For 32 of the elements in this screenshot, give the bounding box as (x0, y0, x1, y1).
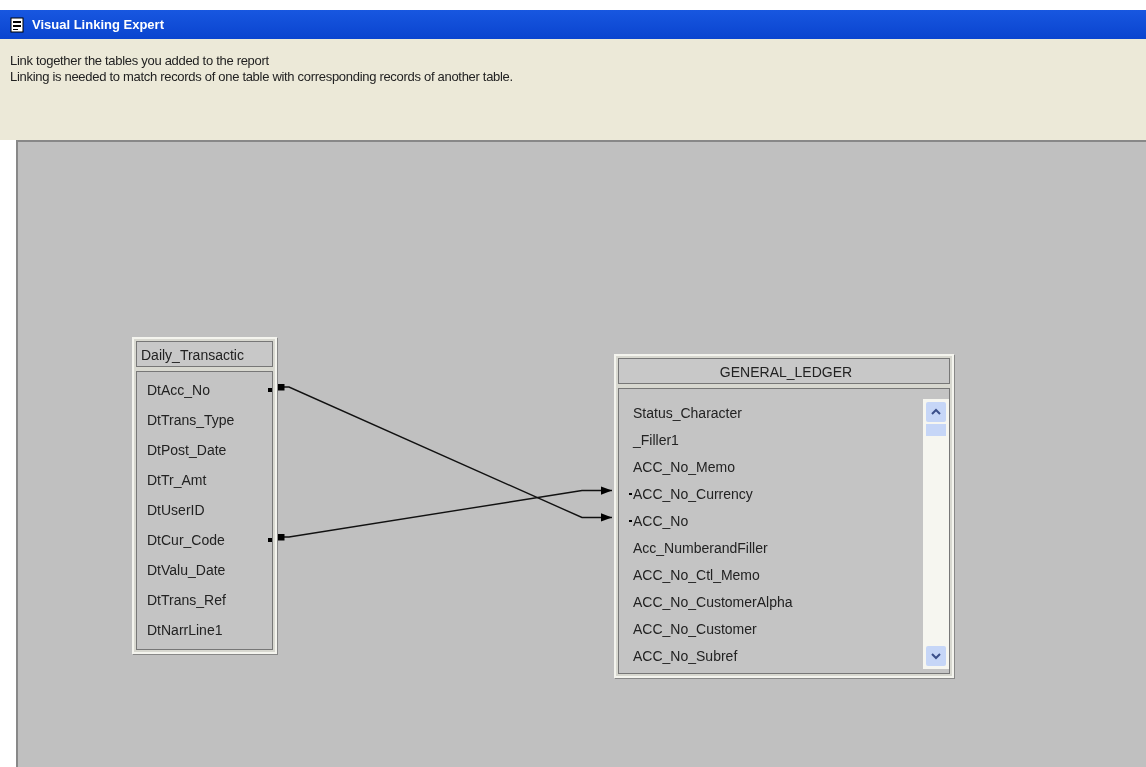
field-item[interactable]: DtTrans_Type (147, 405, 272, 435)
table-box[interactable]: Daily_Transactic DtAcc_No DtTrans_Type DtPost_Date DtTr_Amt DtUserID DtCur_Code DtValu_Date DtTrans_Ref DtNarrLine1 (132, 337, 277, 654)
scroll-thumb[interactable] (926, 424, 946, 436)
scroll-down-icon[interactable] (926, 646, 946, 666)
field-item[interactable]: ACC_No_Subref (629, 642, 923, 669)
scrollbar[interactable] (923, 399, 949, 669)
field-item[interactable]: DtTrans_Ref (147, 585, 272, 615)
table-title: Daily_Transactic (136, 341, 273, 367)
field-item[interactable]: DtTr_Amt (147, 465, 272, 495)
field-item[interactable]: ACC_No_Customer (629, 615, 923, 642)
link-line[interactable] (277, 486, 613, 541)
field-item[interactable]: DtUserID (147, 495, 272, 525)
field-item[interactable]: DtPost_Date (147, 435, 272, 465)
field-item[interactable]: ACC_No_Currency (629, 480, 923, 507)
field-item[interactable]: ACC_No_Ctl_Memo (629, 561, 923, 588)
field-item[interactable]: _Filler1 (629, 426, 923, 453)
field-item[interactable]: DtNarrLine1 (147, 615, 272, 645)
field-item[interactable]: ACC_No (629, 507, 923, 534)
instruction-text: Link together the tables you added to the report (10, 53, 270, 69)
field-item[interactable]: ACC_No_Memo (629, 453, 923, 480)
field-item[interactable]: Status_Character (629, 399, 923, 426)
scroll-up-icon[interactable] (926, 402, 946, 422)
report-icon (10, 16, 24, 33)
field-item[interactable]: Acc_NumberandFiller (629, 534, 923, 561)
field-item[interactable]: DtValu_Date (147, 555, 272, 585)
table-title: GENERAL_LEDGER (618, 358, 950, 384)
field-item[interactable]: ACC_No_CustomerAlpha (629, 588, 923, 615)
window-title: Visual Linking Expert (32, 17, 164, 32)
instruction-text: Linking is needed to match records of one table with corresponding records of another table. (10, 69, 514, 85)
table-box[interactable]: GENERAL_LEDGER Status_Character _Filler1 ACC_No_Memo ACC_No_Currency ACC_No Acc_NumberandFiller ACC_No_Ctl_Memo ACC_No_CustomerAlpha ACC_No_Customer ACC_No_Subref (614, 354, 954, 678)
field-item[interactable]: DtCur_Code (147, 525, 272, 555)
field-item[interactable]: DtAcc_No (147, 375, 272, 405)
